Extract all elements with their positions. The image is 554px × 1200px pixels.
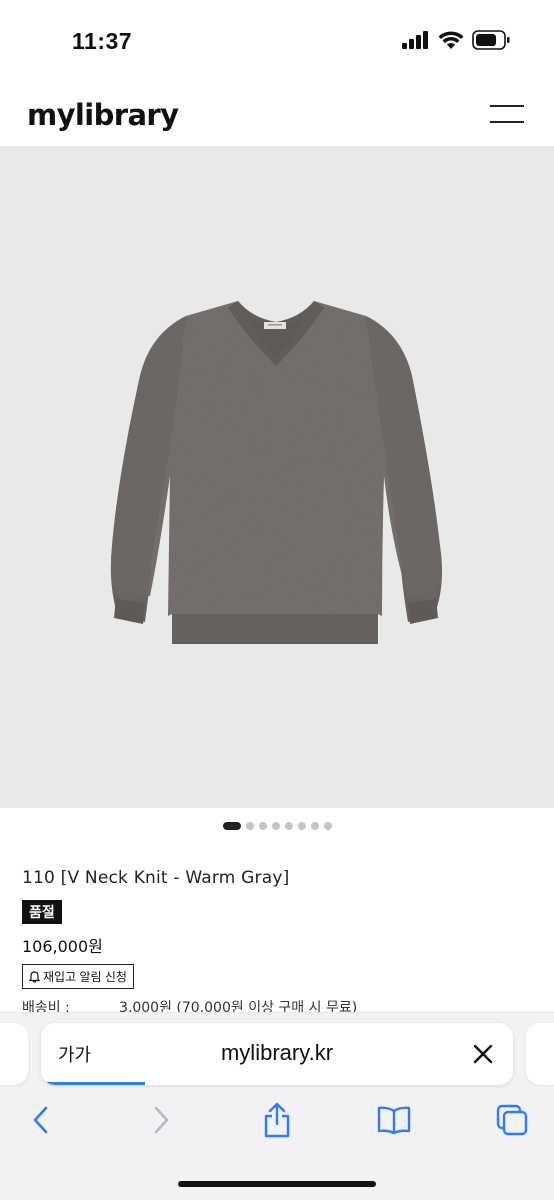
soldout-badge: 품절	[22, 900, 62, 924]
status-time: 11:37	[72, 28, 133, 54]
tabs-button[interactable]	[494, 1102, 530, 1138]
url-text[interactable]: mylibrary.kr	[41, 1040, 513, 1066]
share-button[interactable]	[259, 1102, 295, 1138]
carousel-dot[interactable]	[245, 822, 254, 830]
chevron-right-icon	[154, 1106, 169, 1134]
battery-icon	[472, 30, 510, 50]
site-header: mylibrary	[0, 84, 554, 146]
carousel-indicator[interactable]	[0, 822, 554, 830]
wifi-icon	[438, 30, 464, 49]
share-icon	[264, 1102, 290, 1138]
bell-icon	[29, 970, 40, 983]
forward-button[interactable]	[143, 1102, 179, 1138]
carousel-dot[interactable]	[222, 822, 241, 830]
product-image-carousel[interactable]	[0, 146, 554, 808]
product-price: 106,000원	[22, 937, 103, 956]
carousel-dot[interactable]	[271, 822, 280, 830]
hamburger-menu-button[interactable]	[490, 104, 524, 124]
hamburger-icon	[490, 105, 524, 107]
cellular-signal-icon	[402, 31, 428, 49]
close-icon	[473, 1044, 493, 1064]
next-tab-preview[interactable]	[526, 1023, 554, 1085]
carousel-dot[interactable]	[310, 822, 319, 830]
product-info: 110 [V Neck Knit - Warm Gray] 품절 106,000…	[22, 868, 532, 1017]
browser-toolbar	[0, 1090, 554, 1152]
restock-notify-button[interactable]: 재입고 알림 신청	[22, 964, 134, 989]
sweater-image	[110, 301, 442, 644]
carousel-dot[interactable]	[323, 822, 332, 830]
product-name: 110 [V Neck Knit - Warm Gray]	[22, 868, 290, 888]
carousel-dot[interactable]	[284, 822, 293, 830]
status-bar: 11:37	[0, 0, 554, 84]
chevron-left-icon	[33, 1106, 48, 1134]
home-indicator[interactable]	[178, 1181, 376, 1187]
stop-loading-button[interactable]	[471, 1042, 495, 1066]
book-icon	[377, 1106, 411, 1135]
address-bar[interactable]: 가가 mylibrary.kr	[41, 1023, 513, 1085]
back-button[interactable]	[23, 1102, 59, 1138]
status-icons	[402, 30, 510, 50]
carousel-dot[interactable]	[258, 822, 267, 830]
restock-notify-label: 재입고 알림 신청	[43, 970, 127, 984]
carousel-dot[interactable]	[297, 822, 306, 830]
previous-tab-preview[interactable]	[0, 1023, 28, 1085]
page-load-progress	[41, 1082, 145, 1085]
tabs-icon	[496, 1104, 528, 1136]
site-logo[interactable]: mylibrary	[27, 98, 179, 132]
bookmarks-button[interactable]	[376, 1102, 412, 1138]
